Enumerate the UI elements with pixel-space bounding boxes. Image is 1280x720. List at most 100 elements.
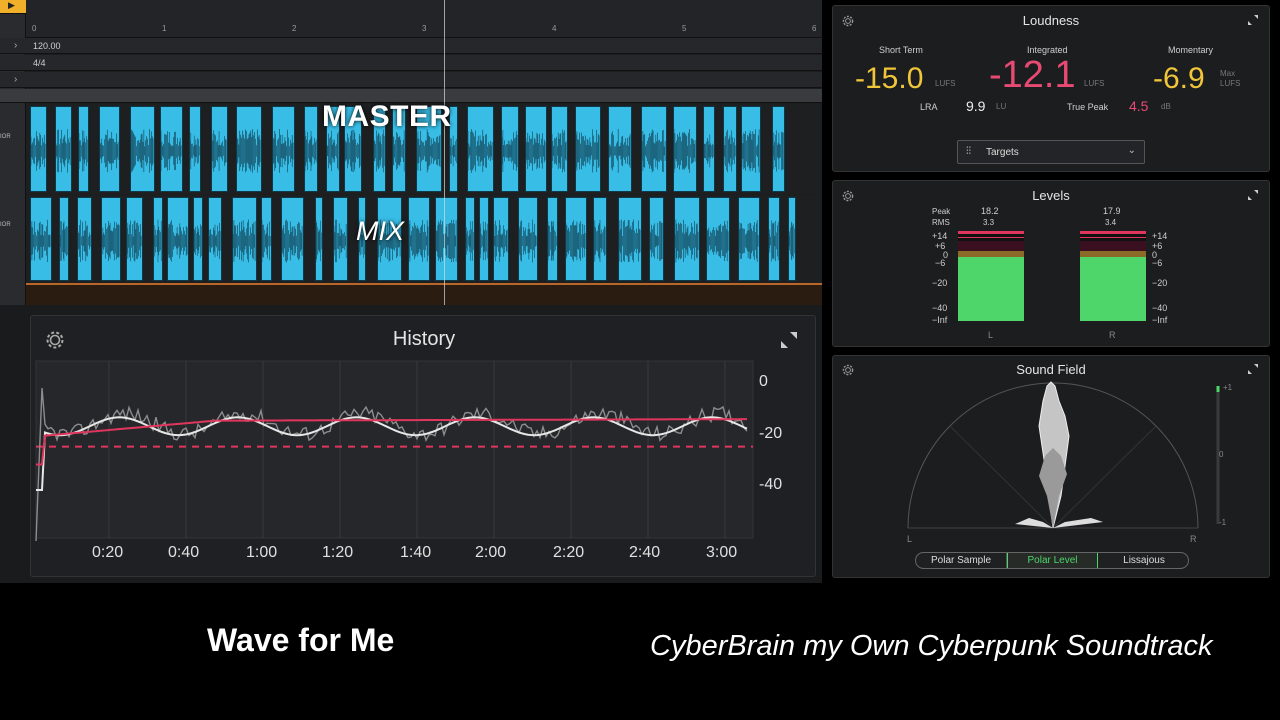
audio-clip[interactable] (518, 197, 538, 281)
audio-clip[interactable] (126, 197, 143, 281)
x-tick: 1:40 (400, 544, 432, 561)
sound-field-panel: Sound Field L R +1 0 -1 Polar Sample Pol… (832, 355, 1270, 578)
mode-polar-sample[interactable]: Polar Sample (916, 553, 1007, 568)
audio-clip[interactable] (77, 197, 92, 281)
peak-band (958, 231, 1024, 234)
mode-lissajous[interactable]: Lissajous (1098, 553, 1188, 568)
left-level-meter (958, 231, 1024, 321)
tempo-track[interactable]: › 120.00 (0, 38, 822, 54)
audio-clip[interactable] (99, 106, 120, 192)
audio-clip[interactable] (130, 106, 155, 192)
x-tick: 1:20 (322, 544, 354, 561)
audio-clip[interactable] (211, 106, 228, 192)
expand-icon[interactable] (779, 330, 799, 350)
audio-clip[interactable] (408, 197, 430, 281)
audio-clip[interactable] (493, 197, 509, 281)
mix-track-lane[interactable] (26, 195, 822, 283)
scale-tick: −6 (935, 258, 946, 268)
audio-clip[interactable] (101, 197, 121, 281)
audio-clip[interactable] (547, 197, 558, 281)
mode-polar-level[interactable]: Polar Level (1007, 553, 1098, 568)
targets-dropdown[interactable]: ⫶⫶ Targets ⌄ (957, 140, 1145, 164)
audio-clip[interactable] (575, 106, 601, 192)
right-rms-value: 3.4 (1105, 218, 1117, 227)
audio-clip[interactable] (435, 197, 458, 281)
audio-clip[interactable] (641, 106, 667, 192)
ruler-tick: 4 (552, 24, 557, 33)
audio-clip[interactable] (30, 106, 47, 192)
x-tick: 2:20 (553, 544, 585, 561)
chevron-down-icon: ⌄ (1127, 145, 1136, 156)
audio-clip[interactable] (261, 197, 272, 281)
audio-clip[interactable] (649, 197, 664, 281)
audio-clip[interactable] (315, 197, 323, 281)
audio-clip[interactable] (674, 197, 700, 281)
ruler-tick: 6 (812, 24, 817, 33)
left-channel-label: L (988, 330, 994, 340)
audio-clip[interactable] (723, 106, 737, 192)
chevron-right-icon[interactable]: › (14, 40, 17, 51)
audio-clip[interactable] (703, 106, 715, 192)
audio-clip[interactable] (236, 106, 262, 192)
audio-clip[interactable] (304, 106, 318, 192)
x-tick: 2:40 (629, 544, 661, 561)
playhead[interactable] (444, 0, 445, 305)
audio-clip[interactable] (565, 197, 587, 281)
ruler-tick: 3 (422, 24, 427, 33)
audio-clip[interactable] (738, 197, 760, 281)
audio-clip[interactable] (160, 106, 183, 192)
audio-clip[interactable] (501, 106, 519, 192)
audio-clip[interactable] (772, 106, 785, 192)
audio-clip[interactable] (333, 197, 348, 281)
audio-clip[interactable] (59, 197, 69, 281)
audio-clip[interactable] (706, 197, 730, 281)
mix-track-title: MIX (356, 216, 405, 246)
audio-clip[interactable] (193, 197, 203, 281)
polar-scope (907, 381, 1220, 529)
audio-clip[interactable] (272, 106, 295, 192)
scale-tick: +14 (932, 231, 948, 241)
song-title-caption: Wave for Me (207, 622, 395, 658)
levels-panel: Levels Peak RMS 18.2 3.3 17.9 3.4 +14 +6… (832, 180, 1270, 347)
audio-clip[interactable] (618, 197, 642, 281)
audio-clip[interactable] (78, 106, 89, 192)
audio-clip[interactable] (465, 197, 475, 281)
audio-clip[interactable] (479, 197, 489, 281)
audio-clip[interactable] (673, 106, 697, 192)
daw-arrangement: IOR IOR IOR 0 1 2 3 4 5 6 ▶ › 120.00 4/4… (0, 0, 822, 305)
audio-clip[interactable] (593, 197, 607, 281)
screen: IOR IOR IOR 0 1 2 3 4 5 6 ▶ › 120.00 4/4… (0, 0, 1280, 720)
audio-clip[interactable] (525, 106, 547, 192)
audio-clip[interactable] (281, 197, 304, 281)
scale-tick: −20 (1152, 278, 1168, 288)
gear-icon[interactable] (43, 328, 67, 352)
timeline-ruler[interactable]: 0 1 2 3 4 5 6 (26, 0, 822, 38)
momentary-max-label: Max (1220, 69, 1236, 78)
lra-label: LRA (920, 102, 938, 112)
audio-clip[interactable] (189, 106, 201, 192)
audio-clip[interactable] (768, 197, 780, 281)
audio-clip[interactable] (55, 106, 72, 192)
audio-clip[interactable] (741, 106, 761, 192)
automation-strip (26, 283, 822, 305)
audio-clip[interactable] (153, 197, 163, 281)
history-panel: History 0 -20 -40 0:20 0:40 1:00 1:20 1:… (30, 315, 816, 577)
audio-clip[interactable] (232, 197, 257, 281)
audio-clip[interactable] (608, 106, 632, 192)
chevron-right-icon[interactable]: › (14, 74, 17, 85)
true-peak-label: True Peak (1067, 102, 1109, 112)
audio-clip[interactable] (467, 106, 494, 192)
right-peak-value: 17.9 (1103, 206, 1121, 216)
marker-track[interactable]: › (0, 72, 822, 88)
true-peak-unit: dB (1161, 102, 1171, 111)
audio-clip[interactable] (167, 197, 189, 281)
audio-clip[interactable] (551, 106, 568, 192)
transport-marker[interactable]: ▶ (0, 0, 26, 14)
album-title-caption: CyberBrain my Own Cyberpunk Soundtrack (650, 630, 1213, 662)
audio-clip[interactable] (788, 197, 796, 281)
audio-clip[interactable] (208, 197, 222, 281)
signature-track[interactable]: 4/4 (0, 55, 822, 71)
loudness-panel: Loudness Short Term Integrated Momentary… (832, 5, 1270, 172)
audio-clip[interactable] (30, 197, 52, 281)
left-rms-value: 3.3 (983, 218, 995, 227)
